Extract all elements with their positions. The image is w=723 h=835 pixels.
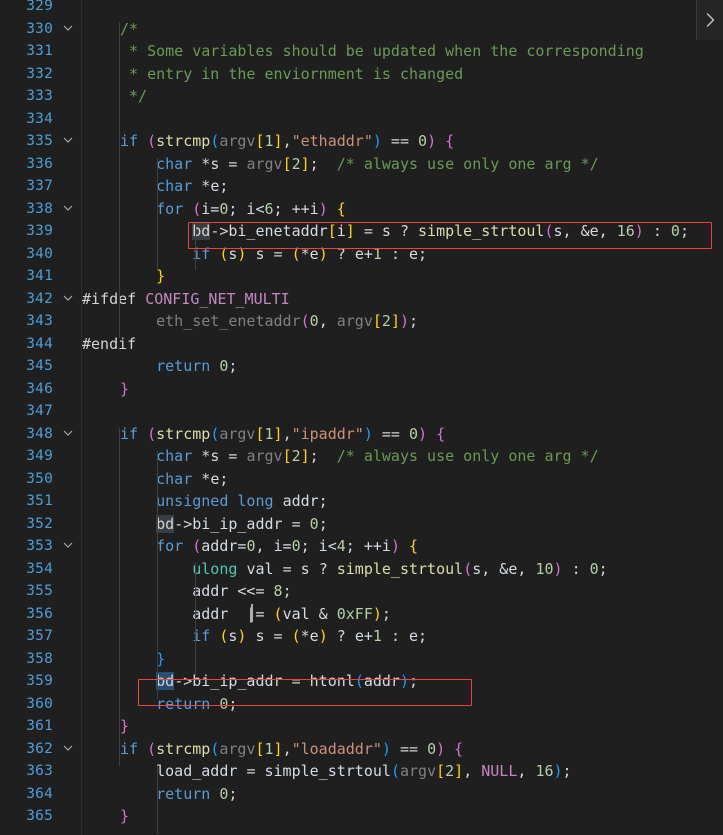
- chevron-right-icon: [706, 13, 715, 27]
- line-number: 362: [26, 740, 53, 757]
- code-line-365[interactable]: }: [82, 805, 129, 828]
- line-number-gutter: 329 330 331 332 333 334 335 336 337 338 …: [0, 0, 82, 835]
- line-number: 347: [26, 403, 53, 419]
- line-number: 355: [26, 583, 53, 599]
- gutter-divider: [81, 0, 82, 835]
- code-line-337[interactable]: char *e;: [82, 175, 228, 198]
- code-line-338[interactable]: for (i=0; i<6; ++i) {: [82, 198, 346, 221]
- line-number: 364: [26, 785, 53, 802]
- code-content[interactable]: /* * Some variables should be updated wh…: [82, 0, 723, 835]
- line-number: 352: [26, 515, 53, 532]
- code-line-342[interactable]: #ifdef CONFIG_NET_MULTI: [82, 288, 290, 311]
- line-number: 334: [26, 110, 53, 127]
- line-number: 359: [26, 673, 53, 689]
- code-line-358[interactable]: }: [82, 648, 165, 671]
- line-number: 339: [26, 223, 53, 239]
- line-number: 345: [26, 358, 53, 374]
- code-line-344[interactable]: #endif: [82, 333, 136, 356]
- code-line-356[interactable]: addr |= (val & 0xFF);: [82, 603, 391, 626]
- line-number: 343: [26, 313, 53, 329]
- code-line-345[interactable]: return 0;: [82, 355, 237, 378]
- code-line-359[interactable]: bd->bi_ip_addr = htonl(addr);: [82, 670, 418, 693]
- code-line-355[interactable]: addr <<= 8;: [82, 580, 291, 603]
- fold-chevron-down-icon[interactable]: [60, 198, 76, 221]
- indent-guide: [157, 766, 158, 834]
- next-overlay-button[interactable]: [696, 0, 723, 40]
- word-occurrence-bd: bd: [156, 514, 175, 533]
- line-number: 333: [26, 88, 53, 104]
- code-line-360[interactable]: return 0;: [82, 693, 237, 716]
- fold-chevron-down-icon[interactable]: [60, 18, 76, 41]
- line-number: 340: [26, 245, 53, 262]
- code-line-336[interactable]: char *s = argv[2]; /* always use only on…: [82, 153, 599, 176]
- line-number: 361: [26, 718, 53, 734]
- line-number: 356: [26, 605, 53, 622]
- indent-guide: [119, 428, 120, 766]
- line-number: 358: [26, 650, 53, 667]
- line-number: 365: [26, 808, 53, 824]
- line-number: 357: [26, 628, 53, 644]
- line-number: 330: [26, 20, 53, 37]
- fold-chevron-down-icon[interactable]: [60, 288, 76, 311]
- code-line-362[interactable]: if (strcmp(argv[1],"loadaddr") == 0) {: [82, 738, 463, 761]
- code-line-332[interactable]: * entry in the enviornment is changed: [82, 63, 463, 86]
- line-number: 349: [26, 448, 53, 464]
- selected-word-bd: bd: [156, 672, 175, 690]
- indent-guide: [119, 22, 120, 135]
- line-number: 346: [26, 380, 53, 397]
- code-line-364[interactable]: return 0;: [82, 783, 237, 806]
- line-number: 329: [26, 0, 53, 14]
- code-line-331[interactable]: * Some variables should be updated when …: [82, 40, 644, 63]
- indent-guide: [157, 158, 158, 270]
- fold-chevron-down-icon[interactable]: [60, 535, 76, 558]
- line-number: 332: [26, 65, 53, 82]
- line-number: 336: [26, 155, 53, 172]
- line-number: 348: [26, 425, 53, 442]
- code-line-341[interactable]: }: [82, 265, 165, 288]
- code-line-354[interactable]: ulong val = s ? simple_strtoul(s, &e, 10…: [82, 558, 607, 581]
- text-cursor: [251, 604, 253, 622]
- line-number: 351: [26, 493, 53, 509]
- code-line-343[interactable]: eth_set_enetaddr(0, argv[2]);: [82, 310, 418, 333]
- indent-guide: [119, 135, 120, 338]
- line-number: 360: [26, 695, 53, 712]
- fold-chevron-down-icon[interactable]: [60, 738, 76, 761]
- fold-chevron-down-icon[interactable]: [60, 423, 76, 446]
- line-number: 363: [26, 763, 53, 779]
- indent-guide: [195, 225, 196, 270]
- indent-guide: [195, 563, 196, 676]
- code-line-353[interactable]: for (addr=0, i=0; i<4; ++i) {: [82, 535, 418, 558]
- code-line-348[interactable]: if (strcmp(argv[1],"ipaddr") == 0) {: [82, 423, 445, 446]
- code-line-349[interactable]: char *s = argv[2]; /* always use only on…: [82, 445, 599, 468]
- code-line-357[interactable]: if (s) s = (*e) ? e+1 : e;: [82, 625, 427, 648]
- code-line-330[interactable]: /*: [82, 18, 138, 41]
- indent-guide: [157, 451, 158, 699]
- line-number: 338: [26, 200, 53, 217]
- code-line-350[interactable]: char *e;: [82, 468, 228, 491]
- fold-chevron-down-icon[interactable]: [60, 130, 76, 153]
- line-number: 342: [26, 290, 53, 307]
- line-number: 354: [26, 560, 53, 577]
- line-number: 344: [26, 335, 53, 352]
- code-line-363[interactable]: load_addr = simple_strtoul(argv[2], NULL…: [82, 760, 571, 783]
- code-line-340[interactable]: if (s) s = (*e) ? e+1 : e;: [82, 243, 427, 266]
- code-line-339[interactable]: bd->bi_enetaddr[i] = s ? simple_strtoul(…: [82, 220, 689, 243]
- code-line-333[interactable]: */: [82, 85, 147, 108]
- line-number: 341: [26, 268, 53, 284]
- line-number: 350: [26, 470, 53, 487]
- code-editor[interactable]: 329 330 331 332 333 334 335 336 337 338 …: [0, 0, 723, 835]
- code-line-335[interactable]: if (strcmp(argv[1],"ethaddr") == 0) {: [82, 130, 454, 153]
- line-number: 353: [26, 538, 53, 554]
- code-line-346[interactable]: }: [82, 378, 129, 401]
- line-number: 335: [26, 133, 53, 149]
- line-number: 331: [26, 43, 53, 59]
- code-line-361[interactable]: }: [82, 715, 129, 738]
- line-number: 337: [26, 178, 53, 194]
